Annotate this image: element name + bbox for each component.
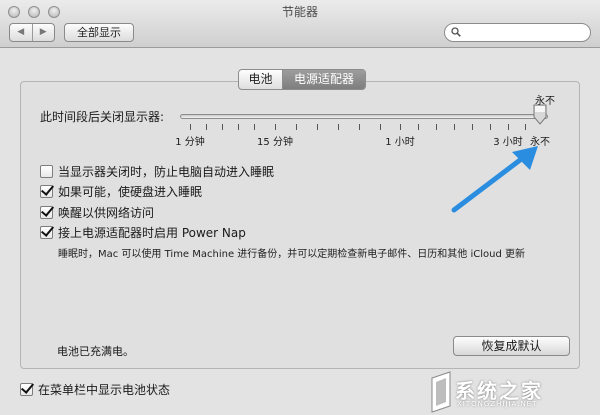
menu-bar-battery-checkbox[interactable] [20,383,33,396]
option-disk-sleep[interactable]: 如果可能，使硬盘进入睡眠 [40,183,202,200]
slider-tick [472,124,473,130]
power-source-tabs: 电池 电源适配器 [238,69,366,90]
disk-sleep-checkbox[interactable] [40,185,53,198]
slider-tick [206,124,207,130]
restore-defaults-button[interactable]: 恢复成默认 [453,336,570,356]
menu-bar-battery-label: 在菜单栏中显示电池状态 [38,383,171,397]
forward-button[interactable]: ▶ [33,24,55,41]
annotation-arrow-icon [451,146,538,213]
slider-ticks [180,124,548,132]
back-button[interactable]: ◀ [10,24,33,41]
show-all-button[interactable]: 全部显示 [64,23,134,42]
display-sleep-label: 此时间段后关闭显示器: [40,110,165,124]
option-prevent-sleep[interactable]: 当显示器关闭时，防止电脑自动进入睡眠 [40,163,274,180]
slider-tick [275,124,276,130]
slider-tick [454,124,455,130]
search-icon [451,27,461,37]
slider-tick [359,124,360,130]
watermark-subtext: XITONGZHIJIA.NET [457,400,538,408]
slider-tick-label: 15 分钟 [257,137,293,148]
slider-tick [190,124,191,130]
slider-tick [338,124,339,130]
slider-tick [490,124,491,130]
slider-tick [317,124,318,130]
back-forward-buttons: ◀ ▶ [9,23,55,42]
slider-tick [296,124,297,130]
slider-tick [238,124,239,130]
display-sleep-slider-track[interactable] [180,114,548,119]
title-bar: 节能器 ◀ ▶ 全部显示 [0,0,600,48]
slider-tick-label: 1 小时 [385,137,415,148]
power-nap-checkbox[interactable] [40,226,53,239]
slider-tick-label: 1 分钟 [175,137,205,148]
slider-tick [400,124,401,130]
option-menu-bar-battery[interactable]: 在菜单栏中显示电池状态 [20,381,170,398]
slider-tick [436,124,437,130]
window-title: 节能器 [281,5,318,19]
option-power-nap[interactable]: 接上电源适配器时启用 Power Nap [40,224,246,241]
battery-status: 电池已充满电。 [57,345,134,358]
slider-tick [418,124,419,130]
wake-network-label: 唤醒以供网络访问 [58,206,155,220]
slider-tick [254,124,255,130]
tab-battery[interactable]: 电池 [239,70,283,89]
tab-power-adapter[interactable]: 电源适配器 [283,70,365,89]
display-sleep-slider-thumb[interactable] [532,104,548,126]
search-field[interactable] [444,23,591,42]
power-nap-label: 接上电源适配器时启用 Power Nap [58,226,246,240]
wake-network-checkbox[interactable] [40,206,53,219]
option-wake-network[interactable]: 唤醒以供网络访问 [40,204,154,221]
disk-sleep-label: 如果可能，使硬盘进入睡眠 [58,185,203,199]
power-nap-description: 睡眠时，Mac 可以使用 Time Machine 进行备份，并可以定期检查新电… [58,249,526,260]
slider-tick [525,124,526,130]
slider-tick [508,124,509,130]
slider-tick [222,124,223,130]
slider-tick [380,124,381,130]
prevent-sleep-checkbox[interactable] [40,165,53,178]
prevent-sleep-label: 当显示器关闭时，防止电脑自动进入睡眠 [58,165,275,179]
